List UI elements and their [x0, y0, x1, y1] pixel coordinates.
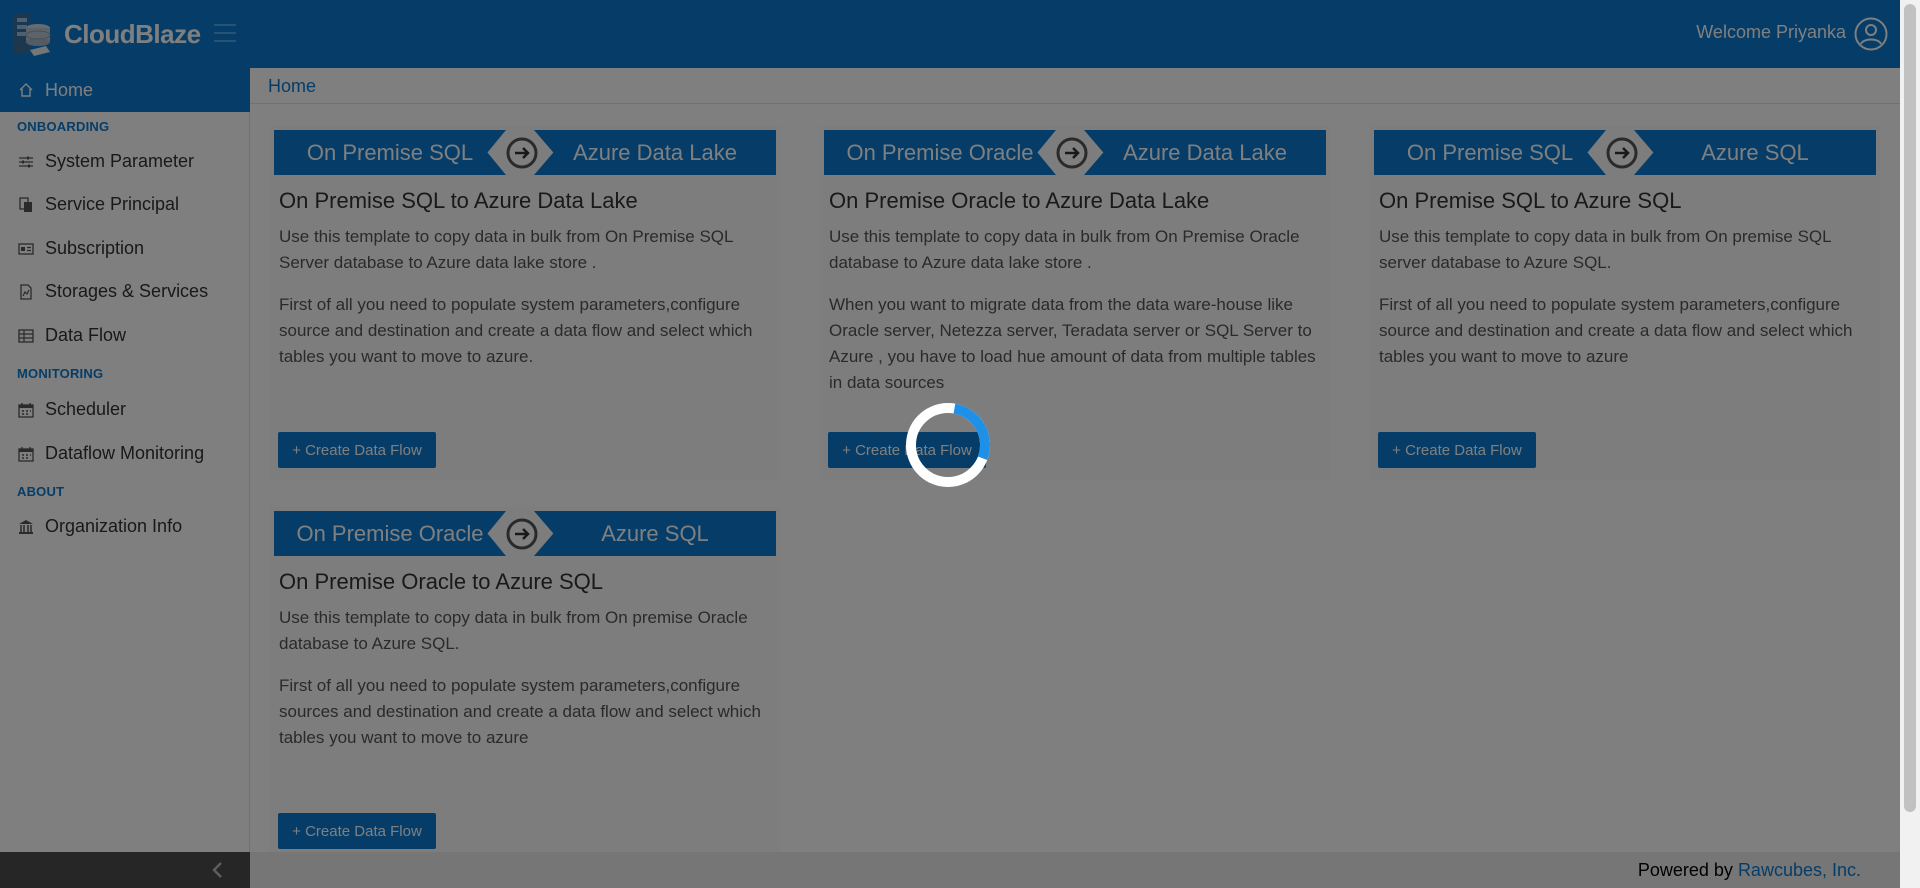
- page-scrollbar[interactable]: [1900, 0, 1920, 888]
- loading-overlay: [0, 0, 1900, 888]
- loading-spinner-icon: [906, 403, 990, 487]
- scrollbar-thumb[interactable]: [1904, 4, 1916, 812]
